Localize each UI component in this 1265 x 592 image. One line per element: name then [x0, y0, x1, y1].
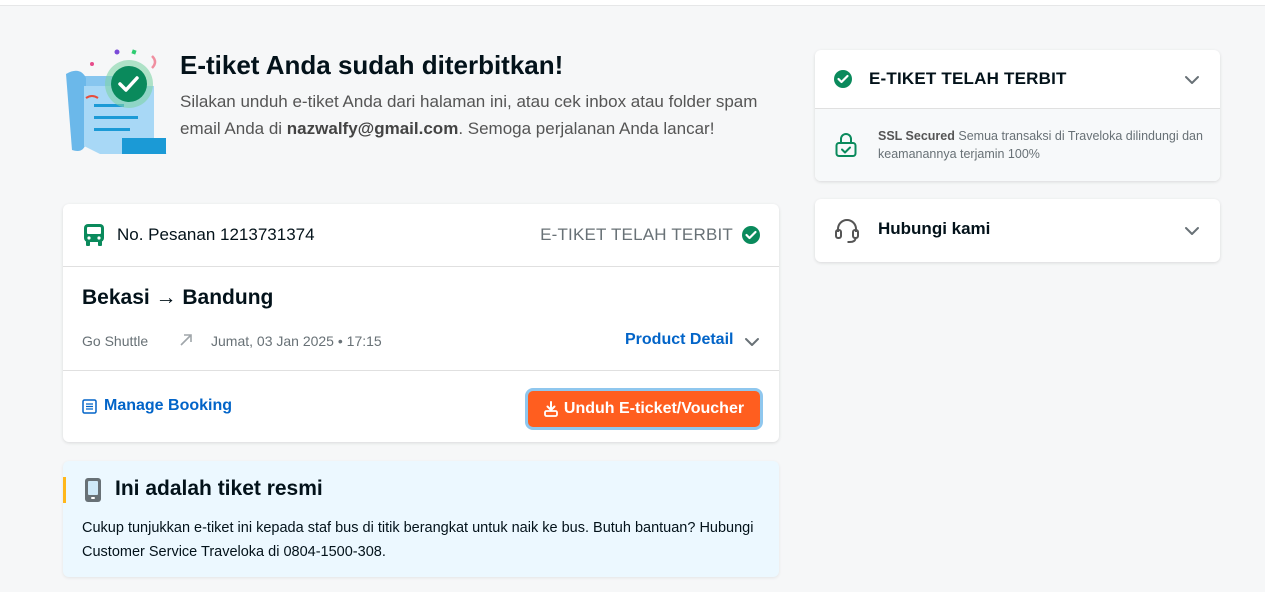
booking-card: No. Pesanan 1213731374 E-TIKET TELAH TER… [63, 204, 779, 442]
contact-us-panel[interactable]: Hubungi kami [815, 199, 1220, 262]
ticket-illustration [66, 49, 167, 154]
download-icon [544, 401, 558, 417]
chevron-down-icon[interactable] [744, 335, 760, 349]
check-circle-icon [742, 226, 760, 244]
notice-accent-bar [63, 477, 66, 503]
top-bar [0, 0, 1265, 6]
phone-icon [85, 478, 101, 502]
order-number: No. Pesanan 1213731374 [117, 225, 315, 244]
page-title: E-tiket Anda sudah diterbitkan! [180, 50, 564, 80]
headset-icon [835, 219, 859, 243]
operator-name: Go Shuttle [82, 333, 149, 349]
chevron-down-icon[interactable] [1184, 74, 1200, 86]
bus-icon [84, 224, 104, 246]
email-address: nazwalfy@gmail.com [286, 119, 459, 138]
notice-title: Ini adalah tiket resmi [115, 477, 323, 500]
download-eticket-button[interactable]: Unduh E-ticket/Voucher [525, 388, 763, 430]
official-ticket-notice: Ini adalah tiket resmi Cukup tunjukkan e… [63, 461, 779, 577]
status-panel-title: E-TIKET TELAH TERBIT [869, 69, 1067, 88]
booking-actions: Manage Booking Unduh E-ticket/Voucher [63, 370, 779, 442]
ssl-label: SSL Secured [878, 129, 955, 143]
chevron-down-icon[interactable] [1184, 225, 1200, 237]
lock-shield-icon [835, 133, 857, 157]
status-panel-header[interactable]: E-TIKET TELAH TERBIT [815, 50, 1220, 109]
notice-text: Cukup tunjukkan e-tiket ini kepada staf … [82, 520, 754, 560]
eticket-status-panel: E-TIKET TELAH TERBIT SSL Secured Semua t… [815, 50, 1220, 181]
download-button-label: Unduh E-ticket/Voucher [563, 400, 745, 417]
contact-us-title: Hubungi kami [878, 219, 991, 238]
arrow-up-right-icon [180, 334, 192, 346]
manage-booking-icon [82, 399, 97, 414]
check-circle-icon [834, 70, 852, 88]
hero-desc-text-end: . Semoga perjalanan Anda lancar! [458, 119, 715, 138]
hero-section: E-tiket Anda sudah diterbitkan! Silakan … [62, 46, 782, 176]
ssl-text: SSL Secured Semua transaksi di Traveloka… [878, 127, 1208, 163]
ticket-status-label: E-TIKET TELAH TERBIT [540, 225, 733, 244]
hero-description: Silakan unduh e-tiket Anda dari halaman … [180, 88, 780, 142]
manage-booking-link[interactable]: Manage Booking [104, 397, 232, 415]
trip-route: Bekasi → Bandung [82, 286, 274, 309]
product-detail-link[interactable]: Product Detail [625, 331, 733, 349]
departure-time: Jumat, 03 Jan 2025 • 17:15 [211, 333, 382, 349]
booking-header: No. Pesanan 1213731374 E-TIKET TELAH TER… [63, 204, 779, 267]
ssl-secured-info: SSL Secured Semua transaksi di Traveloka… [815, 109, 1220, 181]
